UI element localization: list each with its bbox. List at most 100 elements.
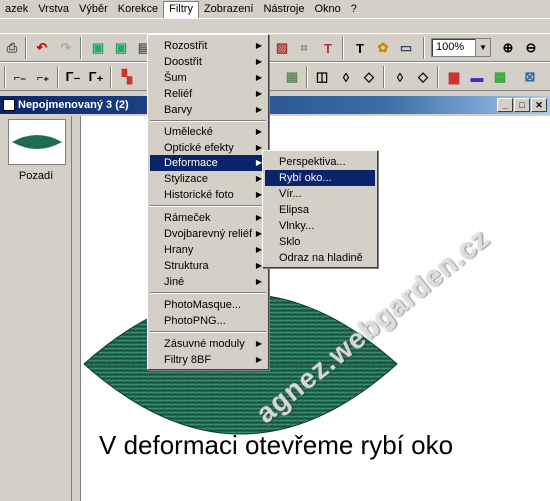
submenu-arrow-icon: ▶: [255, 127, 262, 136]
menu-korekce[interactable]: Korekce: [113, 1, 163, 18]
toolbar-separator: [4, 66, 6, 88]
submenu-arrow-icon: ▶: [255, 277, 262, 286]
menu-item-deformace[interactable]: Deformace ▶: [150, 155, 266, 171]
restore-icon[interactable]: □: [514, 98, 530, 112]
menu-item-photomasque[interactable]: PhotoMasque...: [150, 297, 266, 313]
menu-item-rybi-oko[interactable]: Rybí oko...: [265, 170, 375, 186]
layer-name[interactable]: Pozadí: [0, 170, 72, 182]
effects-icon[interactable]: ✿: [373, 38, 393, 58]
selection-subtract-icon[interactable]: ⌐₋: [10, 67, 30, 87]
menu-okno[interactable]: Okno: [309, 1, 345, 18]
toolbar-separator: [383, 66, 385, 88]
menu-item-umelecke[interactable]: Umělecké ▶: [150, 124, 266, 140]
menu-vyber[interactable]: Výběr: [74, 1, 113, 18]
flip-icon[interactable]: ◫: [312, 67, 332, 87]
menu-separator: [150, 331, 266, 333]
menu-item-barvy[interactable]: Barvy ▶: [150, 102, 266, 118]
menubar: azek Vrstva Výběr Korekce Filtry Zobraze…: [0, 0, 550, 19]
filtry-menu: Rozostřit ▶ Doostřit ▶ Šum ▶ Reliéf ▶ Barvy ▶…: [147, 34, 269, 370]
main-toolbar: ⎙ ↶ ↷ ▣ ▣ ▤ ▨ ⌗ T T ✿ ▭ 100% ▼ ⊕ ⊖: [0, 33, 550, 62]
menu-help[interactable]: ?: [346, 1, 362, 18]
scan-icon[interactable]: ⊠: [520, 67, 540, 87]
menu-item-opticke-efekty[interactable]: Optické efekty ▶: [150, 140, 266, 156]
document-titlebar[interactable]: Nepojmenovaný 3 (2) _ □ ✕: [0, 96, 550, 114]
palette-icon[interactable]: ▆: [444, 67, 464, 87]
menu-obrazek[interactable]: azek: [0, 1, 33, 18]
toolbar-separator: [80, 37, 82, 59]
zoom-value: 100%: [436, 41, 465, 53]
menu-item-perspektiva[interactable]: Perspektiva...: [265, 154, 375, 170]
toolbar-separator: [306, 66, 308, 88]
menu-item-rozostrit[interactable]: Rozostřit ▶: [150, 38, 266, 54]
menu-zobrazeni[interactable]: Zobrazení: [199, 1, 259, 18]
toolbar-separator: [342, 37, 344, 59]
color-picker-icon[interactable]: ▚: [117, 67, 137, 87]
close-icon[interactable]: ✕: [531, 98, 547, 112]
undo-icon[interactable]: ↶: [32, 38, 52, 58]
drop-icon[interactable]: ◊: [336, 67, 356, 87]
menu-item-relief[interactable]: Reliéf ▶: [150, 86, 266, 102]
print-icon[interactable]: ⎙: [2, 38, 22, 58]
text-tool-icon[interactable]: T: [350, 38, 370, 58]
submenu-arrow-icon: ▶: [255, 73, 262, 82]
toolbar-separator: [110, 66, 112, 88]
rect-select-add-icon[interactable]: Γ₊: [86, 67, 106, 87]
toolbar-separator: [57, 66, 59, 88]
menu-filtry[interactable]: Filtry: [163, 0, 199, 18]
menu-item-sklo[interactable]: Sklo: [265, 234, 375, 250]
selection-add-icon[interactable]: ⌐₊: [33, 67, 53, 87]
caption-text: V deformaci otevřeme rybí oko: [99, 430, 454, 460]
menu-separator: [150, 205, 266, 207]
submenu-arrow-icon: ▶: [255, 41, 262, 50]
menu-item-hrany[interactable]: Hrany ▶: [150, 242, 266, 258]
resize-icon[interactable]: ▨: [272, 38, 292, 58]
menu-item-elipsa[interactable]: Elipsa: [265, 202, 375, 218]
text-icon[interactable]: T: [318, 38, 338, 58]
gradient-icon[interactable]: ▬: [467, 67, 487, 87]
submenu-arrow-icon: ▶: [255, 355, 262, 364]
zoom-in-icon[interactable]: ⊕: [498, 38, 518, 58]
menu-item-zasuvne-moduly[interactable]: Zásuvné moduly ▶: [150, 336, 266, 352]
sharpen-icon[interactable]: ◇: [413, 67, 433, 87]
layer-new-icon[interactable]: ▣: [88, 38, 108, 58]
brush-icon[interactable]: ◊: [390, 67, 410, 87]
menu-item-filtry-8bf[interactable]: Filtry 8BF ▶: [150, 352, 266, 368]
menu-vrstva[interactable]: Vrstva: [33, 1, 74, 18]
menu-item-odraz-na-hladine[interactable]: Odraz na hladině: [265, 250, 375, 266]
menu-item-ramecek[interactable]: Rámeček ▶: [150, 210, 266, 226]
rect-select-subtract-icon[interactable]: Γ₋: [63, 67, 83, 87]
layers-panel: Pozadí: [0, 116, 72, 501]
menu-item-sum[interactable]: Šum ▶: [150, 70, 266, 86]
zoom-select[interactable]: 100% ▼: [431, 38, 491, 57]
deformace-submenu: Perspektiva... Rybí oko... Vír... Elipsa…: [262, 150, 378, 268]
menu-separator: [150, 292, 266, 294]
crop-icon[interactable]: ⌗: [294, 38, 314, 58]
menu-item-vir[interactable]: Vír...: [265, 186, 375, 202]
document-title: Nepojmenovaný 3 (2): [18, 99, 129, 111]
menu-item-stylizace[interactable]: Stylizace ▶: [150, 171, 266, 187]
layer-thumbnail[interactable]: [8, 119, 66, 165]
menu-separator: [150, 120, 266, 122]
document-icon: [3, 99, 15, 111]
redo-icon[interactable]: ↷: [56, 38, 76, 58]
grid-icon[interactable]: ▦: [282, 67, 302, 87]
submenu-arrow-icon: ▶: [255, 105, 262, 114]
window-icon[interactable]: ▭: [396, 38, 416, 58]
drop-outline-icon[interactable]: ◇: [359, 67, 379, 87]
menu-item-dvojbarevny-relief[interactable]: Dvojbarevný reliéf ▶: [150, 226, 266, 242]
minimize-icon[interactable]: _: [497, 98, 513, 112]
menu-item-vlnky[interactable]: Vlnky...: [265, 218, 375, 234]
menu-item-doostrit[interactable]: Doostřit ▶: [150, 54, 266, 70]
chevron-down-icon[interactable]: ▼: [475, 39, 490, 56]
menu-nastroje[interactable]: Nástroje: [258, 1, 309, 18]
leaf-thumbnail-image: [12, 135, 62, 149]
tools-toolbar: ⌐₋ ⌐₊ Γ₋ Γ₊ ▚ ▦ ◫ ◊ ◇ ◊ ◇ ▆ ▬ ▩ ⊠: [0, 62, 550, 91]
toolbar-separator: [25, 37, 27, 59]
image-icon[interactable]: ▩: [490, 67, 510, 87]
menu-item-struktura[interactable]: Struktura ▶: [150, 258, 266, 274]
layer-copy-icon[interactable]: ▣: [111, 38, 131, 58]
menu-item-historicke-foto[interactable]: Historické foto ▶: [150, 187, 266, 203]
zoom-out-icon[interactable]: ⊖: [521, 38, 541, 58]
menu-item-photopng[interactable]: PhotoPNG...: [150, 313, 266, 329]
menu-item-jine[interactable]: Jiné ▶: [150, 274, 266, 290]
